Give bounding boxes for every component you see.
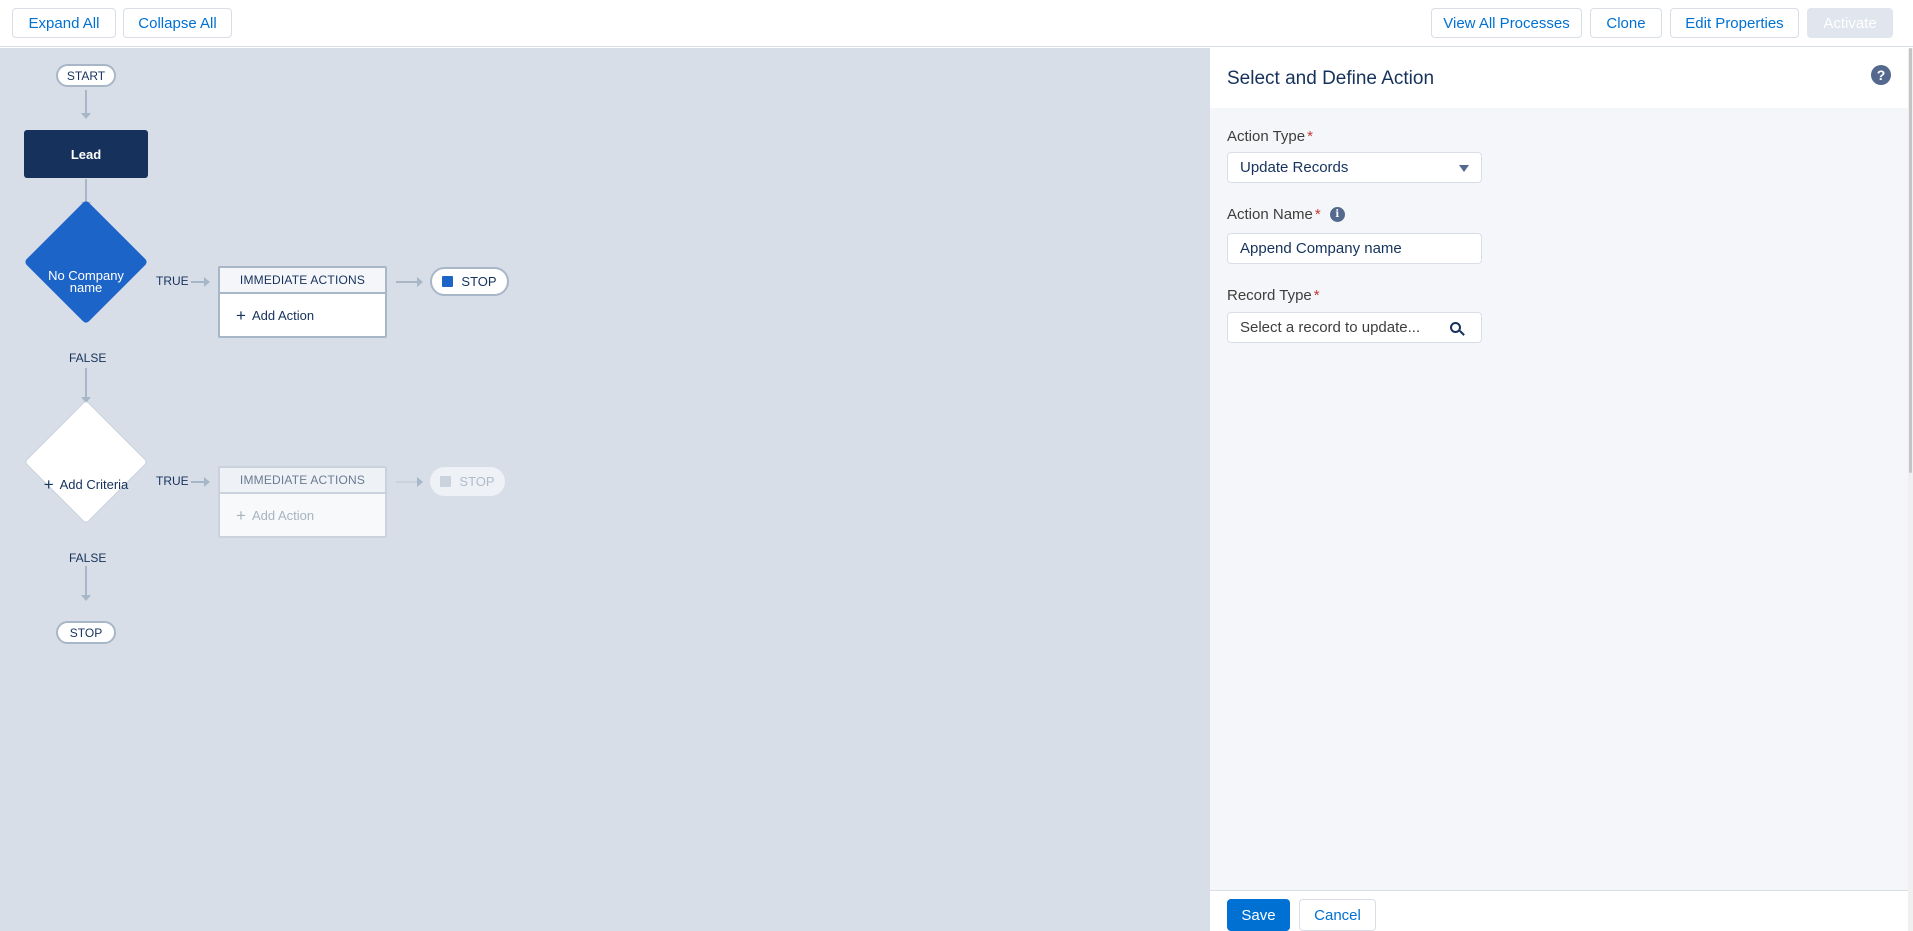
plus-icon: + xyxy=(236,505,246,525)
stop-icon xyxy=(440,476,452,487)
stop-node-disabled: STOP xyxy=(430,467,505,496)
activate-button[interactable]: Activate xyxy=(1807,8,1893,38)
false-label: FALSE xyxy=(69,351,107,365)
add-action-button[interactable]: + Add Action xyxy=(220,294,385,336)
help-icon[interactable]: ? xyxy=(1871,65,1891,85)
connector-arrow xyxy=(191,277,210,287)
record-type-label-text: Record Type xyxy=(1227,287,1312,304)
clone-button[interactable]: Clone xyxy=(1590,8,1662,38)
connector-arrow xyxy=(191,477,210,487)
add-action-label: Add Action xyxy=(251,507,315,523)
connector-arrow xyxy=(396,277,423,287)
action-type-label: Action Type * xyxy=(1227,128,1313,145)
end-stop-node: STOP xyxy=(56,621,116,644)
immediate-actions-box-disabled: IMMEDIATE ACTIONS + Add Action xyxy=(218,466,387,538)
caret-down-icon xyxy=(1459,165,1469,172)
stop-label: STOP xyxy=(461,274,497,289)
immediate-actions-header: IMMEDIATE ACTIONS xyxy=(220,468,385,494)
record-type-label: Record Type * xyxy=(1227,287,1320,304)
stop-label: STOP xyxy=(459,474,495,489)
scrollbar-thumb[interactable] xyxy=(1909,48,1912,473)
process-canvas: START Lead No Company name TRUE FALSE IM… xyxy=(0,48,1209,931)
required-marker: * xyxy=(1307,128,1313,145)
action-name-label-text: Action Name xyxy=(1227,206,1313,223)
add-criteria-node[interactable] xyxy=(23,399,149,525)
info-icon[interactable]: i xyxy=(1329,207,1345,222)
stop-node: STOP xyxy=(430,267,509,296)
criteria-node-no-company-name[interactable] xyxy=(23,199,149,325)
save-button[interactable]: Save xyxy=(1227,899,1290,931)
action-panel: Select and Define Action ? Action Type * … xyxy=(1209,48,1909,931)
immediate-actions-box: IMMEDIATE ACTIONS + Add Action xyxy=(218,266,387,338)
scrollbar[interactable] xyxy=(1908,48,1913,931)
stop-icon xyxy=(442,276,454,287)
criteria-label: No Company name xyxy=(24,269,148,295)
action-name-input[interactable]: Append Company name xyxy=(1227,233,1482,264)
view-all-processes-button[interactable]: View All Processes xyxy=(1431,8,1582,38)
true-label: TRUE xyxy=(156,274,189,288)
record-type-search[interactable]: Select a record to update... xyxy=(1227,312,1482,343)
required-marker: * xyxy=(1313,287,1320,304)
false-label: FALSE xyxy=(69,551,107,565)
search-icon xyxy=(1450,322,1461,333)
true-label: TRUE xyxy=(156,474,189,488)
record-type-placeholder: Select a record to update... xyxy=(1240,319,1421,336)
action-type-value: Update Records xyxy=(1240,159,1349,176)
object-node-lead[interactable]: Lead xyxy=(24,130,148,178)
connector-arrow xyxy=(81,90,91,119)
start-node: START xyxy=(56,64,116,87)
toolbar: Expand All Collapse All View All Process… xyxy=(0,0,1913,47)
panel-footer: Save Cancel xyxy=(1210,890,1909,931)
action-name-label: Action Name * i xyxy=(1227,206,1345,223)
add-action-label: Add Action xyxy=(251,307,315,323)
plus-icon: + xyxy=(43,475,54,494)
collapse-all-button[interactable]: Collapse All xyxy=(123,8,232,38)
action-type-label-text: Action Type xyxy=(1227,128,1306,145)
add-action-button-disabled: + Add Action xyxy=(220,494,385,536)
connector-arrow xyxy=(81,566,91,601)
add-criteria-text: Add Criteria xyxy=(59,477,129,492)
criteria-label-line2: name xyxy=(69,280,103,295)
edit-properties-button[interactable]: Edit Properties xyxy=(1670,8,1799,38)
connector-arrow xyxy=(396,477,423,487)
required-marker: * xyxy=(1314,206,1321,223)
plus-icon: + xyxy=(236,305,246,325)
action-type-select[interactable]: Update Records xyxy=(1227,152,1482,183)
expand-all-button[interactable]: Expand All xyxy=(12,8,116,38)
connector-arrow xyxy=(81,368,91,403)
action-name-value: Append Company name xyxy=(1240,240,1402,257)
immediate-actions-header: IMMEDIATE ACTIONS xyxy=(220,268,385,294)
cancel-button[interactable]: Cancel xyxy=(1299,899,1376,931)
add-criteria-label: + Add Criteria xyxy=(24,476,148,493)
panel-header: Select and Define Action ? xyxy=(1210,48,1909,108)
panel-title: Select and Define Action xyxy=(1227,68,1435,89)
